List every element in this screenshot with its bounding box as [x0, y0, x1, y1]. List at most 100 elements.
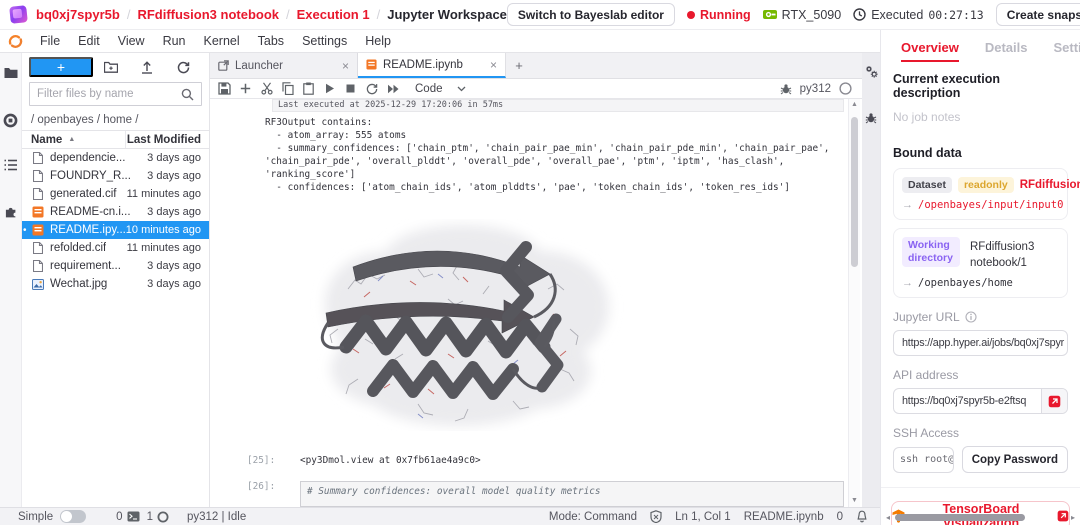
- open-api-button[interactable]: [1041, 389, 1067, 413]
- create-snapshot-button[interactable]: Create snapshot: [996, 3, 1080, 26]
- property-inspector-icon[interactable]: [865, 65, 878, 78]
- execution-info-bar[interactable]: Last executed at 2025-12-29 17:20:06 in …: [272, 99, 844, 112]
- cursor-position[interactable]: Ln 1, Col 1: [675, 511, 731, 523]
- run-cell-button[interactable]: [319, 80, 340, 98]
- menu-run[interactable]: Run: [154, 34, 195, 48]
- kernel-name[interactable]: py312: [800, 83, 831, 95]
- breadcrumb-execution[interactable]: Execution 1: [297, 7, 370, 22]
- panel-horizontal-scrollbar[interactable]: ◂ ▸: [883, 512, 1078, 523]
- menu-edit[interactable]: Edit: [69, 34, 109, 48]
- trust-shield-icon[interactable]: [650, 510, 662, 523]
- file-icon: [31, 242, 44, 254]
- extension-manager-tab-icon[interactable]: [0, 199, 22, 245]
- debugger-panel-icon[interactable]: [865, 112, 877, 124]
- file-browser-tab-icon[interactable]: [0, 61, 22, 107]
- file-icon: [31, 188, 44, 200]
- tab-close-icon[interactable]: ×: [342, 59, 349, 73]
- copy-cells-button[interactable]: [277, 80, 298, 98]
- scroll-down-icon[interactable]: ▼: [851, 495, 858, 507]
- file-row[interactable]: generated.cif 11 minutes ago: [22, 185, 209, 203]
- tab-readme-notebook[interactable]: README.ipynb ×: [358, 53, 506, 78]
- save-button[interactable]: [214, 80, 235, 98]
- notebook-file-icon: [366, 59, 377, 70]
- cell-25[interactable]: [25]: <py3Dmol.view at 0x7fb61ae4a9c0>: [210, 455, 844, 466]
- scrollbar-thumb[interactable]: [851, 117, 858, 267]
- tab-close-icon[interactable]: ×: [490, 58, 497, 72]
- cell-type-select[interactable]: Code: [415, 83, 466, 95]
- search-icon: [181, 88, 194, 101]
- hscrollbar-thumb[interactable]: [895, 514, 1025, 521]
- kernels-count[interactable]: 1: [147, 511, 169, 523]
- restart-kernel-button[interactable]: [361, 80, 382, 98]
- breadcrumb-project[interactable]: bq0xj7spyr5b: [36, 7, 120, 22]
- restart-run-all-button[interactable]: [382, 80, 403, 98]
- new-folder-button[interactable]: [93, 61, 129, 73]
- active-filename[interactable]: README.ipynb: [744, 511, 824, 523]
- file-browser-breadcrumb[interactable]: / openbayes / home /: [22, 110, 209, 130]
- cut-cells-button[interactable]: [256, 80, 277, 98]
- working-directory-path[interactable]: /openbayes/home: [918, 277, 1013, 289]
- bell-icon[interactable]: [856, 510, 868, 523]
- file-row[interactable]: refolded.cif 11 minutes ago: [22, 239, 209, 257]
- file-filter-input[interactable]: [37, 88, 181, 100]
- description-empty: No job notes: [893, 110, 1068, 124]
- insert-cell-button[interactable]: [235, 80, 256, 98]
- terminal-icon: [127, 511, 140, 522]
- running-kernels-tab-icon[interactable]: [0, 107, 22, 153]
- scroll-right-icon[interactable]: ▸: [1068, 513, 1078, 522]
- file-row-selected[interactable]: • README.ipy... 10 minutes ago: [22, 221, 209, 239]
- upload-button[interactable]: [129, 61, 165, 74]
- scroll-up-icon[interactable]: ▲: [851, 99, 858, 111]
- kernel-status-icon[interactable]: [839, 82, 852, 95]
- protein-structure-view[interactable]: [298, 219, 628, 431]
- dataset-name-link[interactable]: RFdiffusion3: [1020, 179, 1080, 191]
- notebook-content[interactable]: Last executed at 2025-12-29 17:20:06 in …: [210, 99, 862, 507]
- file-row[interactable]: Wechat.jpg 3 days ago: [22, 275, 209, 293]
- terminals-count[interactable]: 0: [116, 511, 139, 523]
- cell-26[interactable]: [26]: # Summary confidences: overall mod…: [210, 481, 844, 507]
- file-row[interactable]: README-cn.i... 3 days ago: [22, 203, 209, 221]
- new-tab-button[interactable]: +: [506, 53, 532, 78]
- menu-file[interactable]: File: [31, 34, 69, 48]
- breadcrumb-notebook[interactable]: RFdiffusion3 notebook: [137, 7, 279, 22]
- notebook-scrollbar[interactable]: ▲ ▼: [848, 99, 860, 507]
- command-mode-indicator[interactable]: Mode: Command: [549, 511, 637, 523]
- file-row[interactable]: dependencie... 3 days ago: [22, 149, 209, 167]
- api-address-field[interactable]: https://bq0xj7spyr5b-e2ftsq: [893, 388, 1068, 414]
- tab-settings[interactable]: Settings: [1053, 40, 1080, 62]
- info-icon[interactable]: [965, 311, 977, 323]
- interrupt-kernel-button[interactable]: [340, 80, 361, 98]
- jupyter-url-field[interactable]: https://app.hyper.ai/jobs/bq0xj7spyr: [893, 330, 1068, 356]
- switch-editor-button[interactable]: Switch to Bayeslab editor: [507, 3, 675, 26]
- refresh-button[interactable]: [166, 61, 202, 74]
- arrow-right-icon: →: [902, 277, 913, 289]
- modified-dot-icon: •: [23, 225, 27, 236]
- tab-overview[interactable]: Overview: [901, 40, 959, 62]
- debugger-icon[interactable]: [780, 83, 792, 95]
- ssh-command-field[interactable]: ssh root@ssh.: [893, 447, 954, 473]
- main-dock-panel: Launcher × README.ipynb × +: [210, 53, 862, 507]
- new-launcher-button[interactable]: +: [29, 57, 93, 77]
- column-last-modified[interactable]: Last Modified: [125, 131, 209, 148]
- kernel-status-text[interactable]: py312 | Idle: [187, 511, 246, 523]
- file-row[interactable]: requirement... 3 days ago: [22, 257, 209, 275]
- menu-help[interactable]: Help: [356, 34, 400, 48]
- table-of-contents-tab-icon[interactable]: [0, 153, 22, 199]
- menu-tabs[interactable]: Tabs: [249, 34, 293, 48]
- dataset-path-link[interactable]: /openbayes/input/input0: [918, 199, 1063, 211]
- paste-cells-button[interactable]: [298, 80, 319, 98]
- brand-logo-icon[interactable]: [9, 5, 28, 24]
- cell-26-code-editor[interactable]: # Summary confidences: overall model qua…: [300, 481, 844, 507]
- notifications-count[interactable]: 0: [837, 511, 843, 523]
- simple-mode-toggle[interactable]: [60, 510, 86, 523]
- file-row[interactable]: FOUNDRY_R... 3 days ago: [22, 167, 209, 185]
- menu-kernel[interactable]: Kernel: [195, 34, 249, 48]
- column-name[interactable]: Name ▲: [22, 134, 125, 146]
- copy-password-button[interactable]: Copy Password: [962, 446, 1068, 473]
- scroll-left-icon[interactable]: ◂: [883, 513, 893, 522]
- tab-details[interactable]: Details: [985, 40, 1028, 62]
- menu-settings[interactable]: Settings: [293, 34, 356, 48]
- working-directory-badge: Working directory: [902, 237, 960, 267]
- menu-view[interactable]: View: [109, 34, 154, 48]
- tab-launcher[interactable]: Launcher ×: [210, 53, 358, 78]
